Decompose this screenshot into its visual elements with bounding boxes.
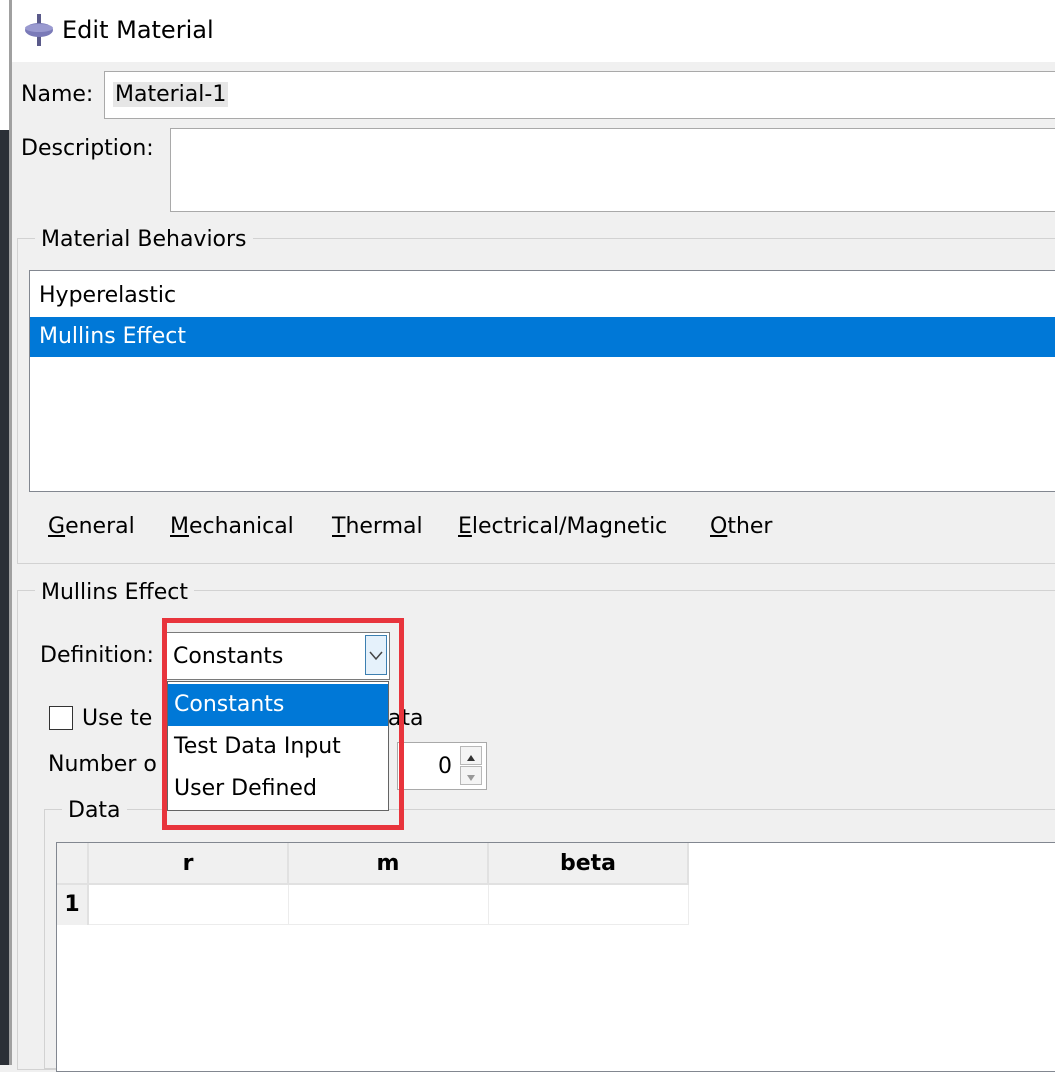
row-header-1[interactable]: 1	[57, 885, 89, 925]
menu-electrical-mnemonic: E	[458, 514, 472, 539]
material-behaviors-title: Material Behaviors	[35, 227, 253, 252]
menu-thermal[interactable]: Thermal	[332, 514, 423, 539]
menu-electrical-magnetic[interactable]: Electrical/Magnetic	[458, 514, 667, 539]
background-window-dark-area	[0, 130, 9, 1065]
description-label: Description:	[21, 136, 154, 161]
behavior-list[interactable]: Hyperelastic Mullins Effect	[29, 270, 1055, 492]
menu-electrical-rest: lectrical/Magnetic	[471, 514, 668, 539]
behavior-item-hyperelastic[interactable]: Hyperelastic	[30, 276, 1055, 316]
behavior-item-mullins-effect[interactable]: Mullins Effect	[30, 317, 1055, 357]
menu-other[interactable]: Other	[710, 514, 772, 539]
name-field-value: Material-1	[113, 82, 229, 107]
red-highlight-box	[162, 618, 404, 830]
spinbox-value: 0	[438, 754, 452, 779]
title-bar[interactable]: Edit Material	[12, 0, 1055, 62]
table-cell-beta[interactable]	[489, 885, 689, 925]
description-field[interactable]	[170, 128, 1055, 212]
table-cell-m[interactable]	[289, 885, 489, 925]
menu-general[interactable]: General	[48, 514, 135, 539]
dialog-title: Edit Material	[62, 16, 214, 44]
column-header-r[interactable]: r	[89, 843, 289, 885]
table-corner	[57, 843, 89, 885]
checkbox-label-start: Use te	[82, 706, 153, 731]
menu-general-rest: eneral	[65, 514, 135, 539]
arrow-up-icon	[467, 755, 475, 761]
behavior-menu-bar: General Mechanical Thermal Electrical/Ma…	[29, 506, 1055, 550]
number-of-field-variables-label: Number o	[48, 752, 157, 777]
field-variables-spinbox[interactable]: 0	[397, 742, 487, 790]
data-table: r m beta 1	[56, 842, 1055, 1072]
use-temperature-dependent-checkbox[interactable]	[49, 706, 73, 730]
spin-down-button[interactable]	[460, 766, 482, 785]
arrow-down-icon	[467, 775, 475, 781]
table-cell-r[interactable]	[89, 885, 289, 925]
spin-up-button[interactable]	[460, 746, 482, 765]
menu-thermal-rest: hermal	[345, 514, 423, 539]
app-icon	[25, 14, 53, 46]
menu-other-mnemonic: O	[710, 514, 728, 539]
menu-other-rest: ther	[727, 514, 773, 539]
background-window-strip	[0, 0, 12, 1065]
column-header-beta[interactable]: beta	[489, 843, 689, 885]
name-field[interactable]: Material-1	[104, 71, 1055, 119]
edit-material-dialog: Edit Material Name: Material-1 Descripti…	[12, 0, 1055, 1072]
menu-mechanical-mnemonic: M	[170, 514, 189, 539]
data-group-title: Data	[62, 798, 127, 823]
mullins-effect-title: Mullins Effect	[35, 580, 194, 605]
menu-thermal-mnemonic: T	[332, 514, 346, 539]
menu-mechanical[interactable]: Mechanical	[170, 514, 294, 539]
column-header-m[interactable]: m	[289, 843, 489, 885]
definition-label: Definition:	[40, 643, 154, 668]
name-label: Name:	[21, 82, 94, 107]
menu-general-mnemonic: G	[48, 514, 66, 539]
menu-mechanical-rest: echanical	[188, 514, 294, 539]
